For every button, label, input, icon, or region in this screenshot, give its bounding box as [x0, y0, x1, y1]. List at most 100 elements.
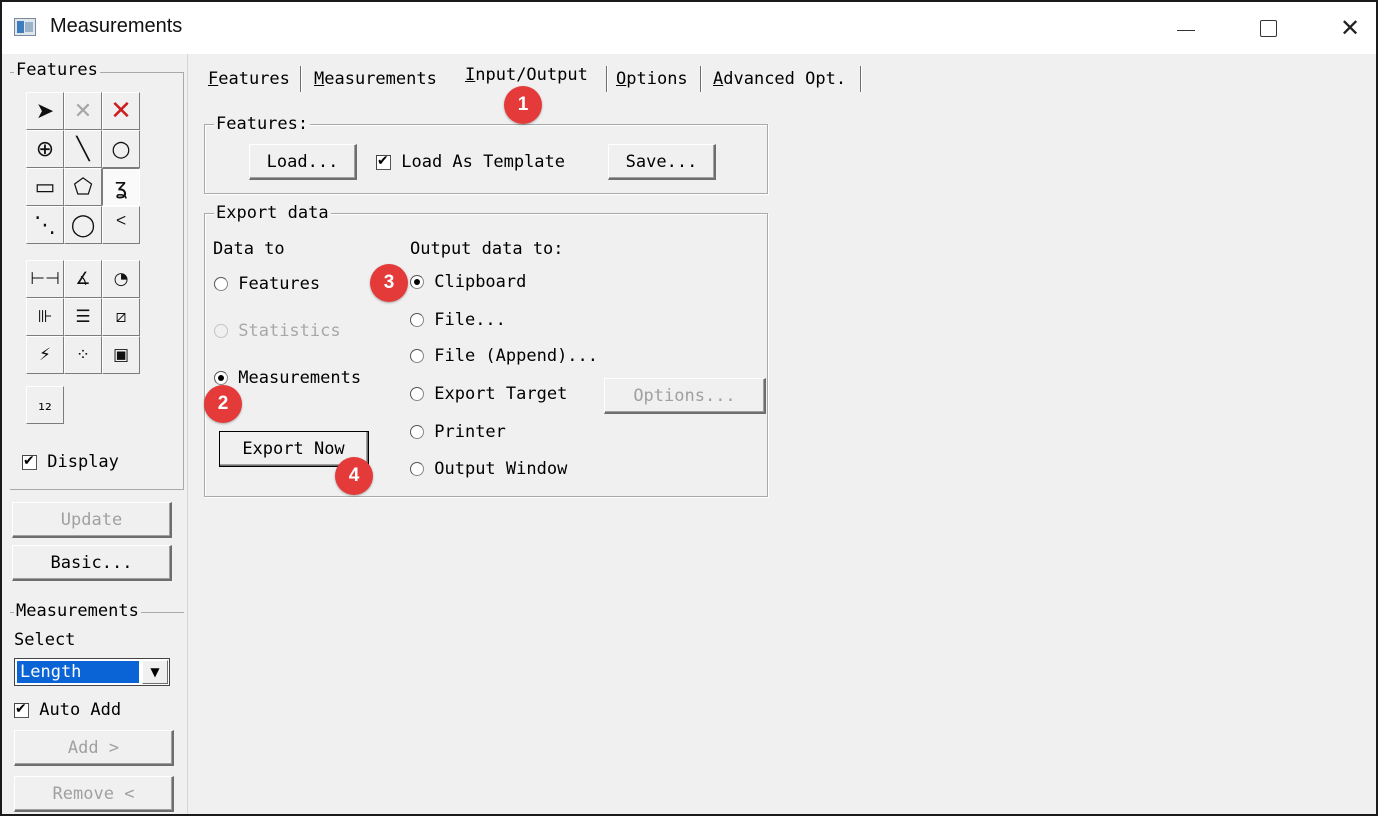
- minimize-button[interactable]: [1164, 10, 1208, 46]
- maximize-button[interactable]: [1246, 10, 1290, 46]
- tab-advanced-opt[interactable]: Advanced Opt.: [713, 66, 846, 94]
- chevron-down-icon[interactable]: ▼: [142, 660, 168, 684]
- polygon-tool-button[interactable]: ⬠: [64, 168, 102, 206]
- title-bar[interactable]: Measurements ✕: [2, 2, 1376, 54]
- dashed-line-button[interactable]: ⋱: [26, 206, 64, 244]
- load-as-template-row[interactable]: Load As Template: [376, 152, 565, 172]
- measurement-select-value: Length: [17, 661, 139, 683]
- delete-red-icon: ✕: [110, 96, 132, 126]
- drawing-tools-grid: ➤ ✕ ✕ ⊕ ╲ ○ ▭ ⬠ ʓ ⋱ ◯ ᑉ: [26, 92, 140, 244]
- features-group-label: Features: [14, 60, 100, 80]
- step-badge-1: 1: [504, 86, 542, 124]
- circle-tool-button[interactable]: ○: [102, 130, 140, 168]
- options-button[interactable]: Options...: [604, 378, 766, 414]
- display-checkbox[interactable]: [22, 453, 37, 470]
- output-window-radio[interactable]: [410, 462, 424, 476]
- stack-measure-button[interactable]: ☰: [64, 298, 102, 336]
- output-export-target-label: Export Target: [434, 384, 568, 404]
- measure-tools-grid: ⊢⊣ ∡ ◔ ⊪ ☰ ⧄ ⚡ ⁘ ▣: [26, 260, 140, 374]
- data-to-measurements-radio[interactable]: [214, 371, 228, 385]
- left-panel: Features ➤ ✕ ✕ ⊕ ╲ ○ ▭ ⬠ ʓ ⋱ ◯ ᑉ ⊢⊣ ∡ ◔ ⊪ ☰ ⧄ ⚡ ⁘ ▣ ₁₂ Disp…: [2, 54, 188, 814]
- auto-add-checkbox[interactable]: [14, 701, 29, 718]
- ellipse-tool-button[interactable]: ◯: [64, 206, 102, 244]
- close-button[interactable]: ✕: [1328, 10, 1372, 46]
- tab-separator: [606, 66, 608, 92]
- close-icon: ✕: [1339, 14, 1361, 42]
- output-clipboard-radio[interactable]: [410, 275, 424, 289]
- output-export-target-radio[interactable]: [410, 387, 424, 401]
- line-tool-button[interactable]: ╲: [64, 130, 102, 168]
- load-button[interactable]: Load...: [249, 144, 357, 180]
- data-to-statistics-radio[interactable]: [214, 324, 228, 338]
- measurements-window: Measurements ✕ Features ➤ ✕ ✕ ⊕ ╲ ○ ▭ ⬠ ʓ ⋱ ◯ ᑉ ⊢⊣ ∡…: [0, 0, 1378, 816]
- rectangle-tool-button[interactable]: ▭: [26, 168, 64, 206]
- profile-measure-button[interactable]: ⊪: [26, 298, 64, 336]
- export-data-label: Export data: [214, 203, 331, 223]
- output-printer-radio[interactable]: [410, 425, 424, 439]
- tab-features[interactable]: Features: [208, 66, 290, 94]
- freehand-tool-button[interactable]: ʓ: [102, 168, 140, 206]
- output-file-radio[interactable]: [410, 313, 424, 327]
- arc-tool-button[interactable]: ᑉ: [102, 206, 140, 244]
- delete-gray-button[interactable]: ✕: [64, 92, 102, 130]
- crosshair-point-button[interactable]: ⊕: [26, 130, 64, 168]
- output-window-option[interactable]: Output Window: [410, 459, 567, 479]
- distance-measure-button[interactable]: ⊢⊣: [26, 260, 64, 298]
- output-data-to-label: Output data to:: [410, 239, 564, 259]
- measurement-select[interactable]: Length ▼: [14, 658, 170, 686]
- tab-separator: [700, 66, 702, 92]
- tab-measurements[interactable]: Measurements: [314, 66, 437, 94]
- step-badge-2: 2: [204, 385, 242, 423]
- add-button[interactable]: Add >: [14, 730, 174, 766]
- stack-measure-icon: ☰: [75, 307, 91, 327]
- angle-measure-button[interactable]: ∡: [64, 260, 102, 298]
- caliper-measure-icon: ⧄: [115, 307, 127, 327]
- data-to-features-radio[interactable]: [214, 277, 228, 291]
- output-clipboard-option[interactable]: Clipboard: [410, 272, 526, 292]
- gauge-measure-button[interactable]: ◔: [102, 260, 140, 298]
- crosshair-point-icon: ⊕: [35, 136, 55, 162]
- line-tool-icon: ╲: [76, 136, 90, 162]
- update-button[interactable]: Update: [12, 502, 172, 538]
- polygon-tool-icon: ⬠: [73, 174, 93, 200]
- basic-button[interactable]: Basic...: [12, 545, 172, 581]
- auto-add-label: Auto Add: [39, 700, 122, 720]
- delete-red-button[interactable]: ✕: [102, 92, 140, 130]
- region-box-icon: ▣: [112, 345, 130, 365]
- maximize-icon: [1259, 19, 1277, 37]
- region-box-button[interactable]: ▣: [102, 336, 140, 374]
- data-to-features-option[interactable]: Features: [214, 274, 320, 294]
- count-dots-icon: ⁘: [75, 345, 91, 365]
- load-as-template-checkbox[interactable]: [376, 153, 391, 170]
- data-to-label: Data to: [213, 239, 285, 259]
- count-dots-button[interactable]: ⁘: [64, 336, 102, 374]
- select-arrow-icon: ➤: [35, 98, 55, 124]
- output-printer-option[interactable]: Printer: [410, 422, 506, 442]
- output-file-append-radio[interactable]: [410, 349, 424, 363]
- auto-add-checkbox-row[interactable]: Auto Add: [14, 700, 121, 720]
- display-checkbox-row[interactable]: Display: [22, 452, 119, 472]
- caliper-measure-button[interactable]: ⧄: [102, 298, 140, 336]
- remove-button[interactable]: Remove <: [14, 776, 174, 812]
- dashed-line-icon: ⋱: [34, 212, 56, 238]
- output-file-option[interactable]: File...: [410, 310, 506, 330]
- output-file-append-label: File (Append)...: [434, 346, 599, 366]
- data-to-measurements-option[interactable]: Measurements: [214, 368, 361, 388]
- step-badge-3: 3: [370, 264, 408, 302]
- output-window-label: Output Window: [434, 459, 568, 479]
- select-label: Select: [14, 630, 76, 650]
- numbering-tool-icon: ₁₂: [38, 395, 52, 415]
- circle-tool-icon: ○: [111, 136, 131, 162]
- output-export-target-option[interactable]: Export Target: [410, 384, 567, 404]
- output-file-append-option[interactable]: File (Append)...: [410, 346, 598, 366]
- tab-options[interactable]: Options: [616, 66, 688, 94]
- data-to-statistics-option[interactable]: Statistics: [214, 321, 341, 341]
- scribble-measure-icon: ⚡: [39, 345, 51, 365]
- select-arrow-button[interactable]: ➤: [26, 92, 64, 130]
- scribble-measure-button[interactable]: ⚡: [26, 336, 64, 374]
- delete-gray-icon: ✕: [73, 98, 93, 124]
- numbering-tool-button[interactable]: ₁₂: [26, 386, 64, 424]
- tab-separator: [300, 66, 302, 92]
- rectangle-tool-icon: ▭: [34, 174, 56, 200]
- save-button[interactable]: Save...: [608, 144, 716, 180]
